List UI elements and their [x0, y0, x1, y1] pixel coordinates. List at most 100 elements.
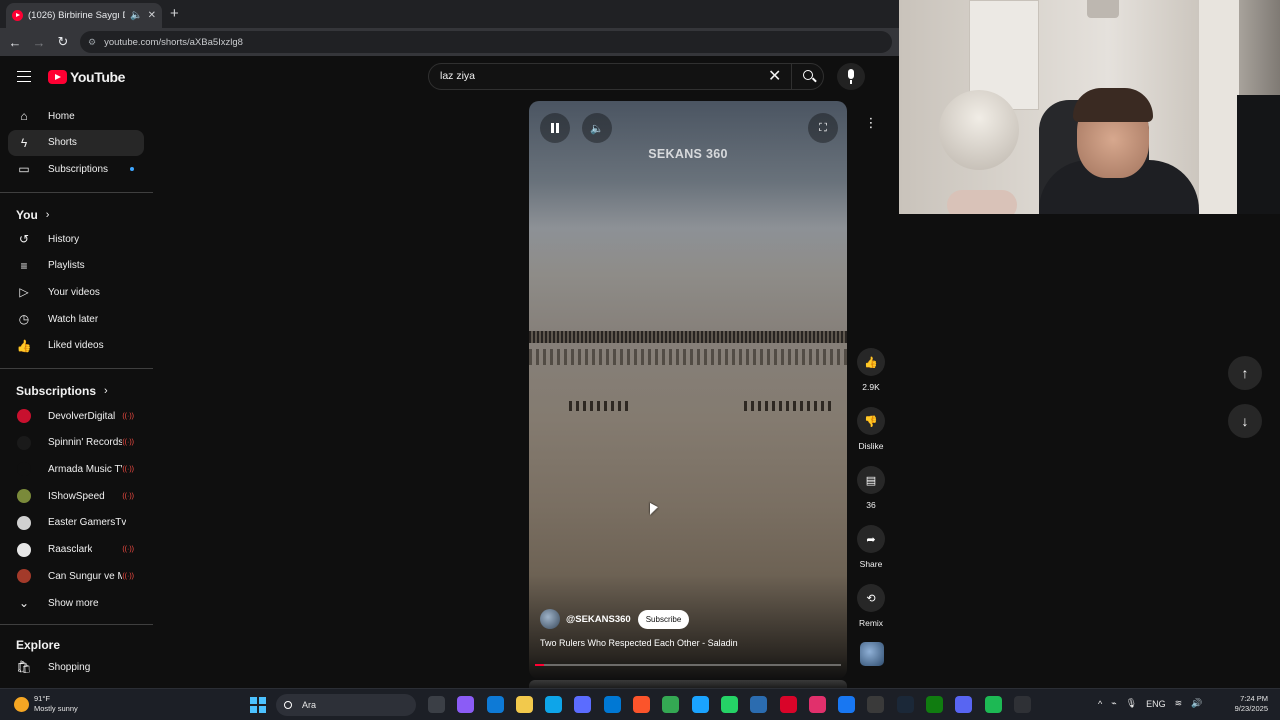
webcam-person-hair [1073, 88, 1153, 122]
address-bar[interactable]: ⚙ youtube.com/shorts/aXBa5Ixzlg8 [80, 31, 892, 53]
taskbar-app-icon[interactable] [779, 696, 797, 713]
dislike-button[interactable]: 👎 [857, 407, 885, 435]
clear-search-icon[interactable]: ✕ [768, 66, 781, 86]
short-title[interactable]: Two Rulers Who Respected Each Other - Sa… [540, 638, 738, 648]
voice-search-icon[interactable] [837, 63, 865, 90]
tab-audio-icon[interactable]: 🔈 [130, 10, 142, 21]
youtube-favicon-icon [12, 10, 23, 21]
taskbar-app-icon[interactable] [486, 696, 504, 713]
weather-widget[interactable]: 91°F Mostly sunny [14, 694, 78, 714]
search-button[interactable] [791, 64, 824, 89]
sidebar-item-your-videos[interactable]: ▷ Your videos [8, 279, 144, 305]
taskbar-search[interactable]: Ara [276, 694, 416, 716]
taskbar-app-icon[interactable] [808, 696, 826, 713]
arrow-down-icon: ↓ [1241, 413, 1249, 429]
sidebar-item-can-sungur-ve-m[interactable]: Can Sungur ve M...((·)) [8, 563, 144, 589]
sidebar-item-liked-videos[interactable]: 👍 Liked videos [8, 333, 144, 359]
sidebar-item-home[interactable]: ⌂ Home [8, 103, 144, 129]
tray-chevron-icon[interactable]: ^ [1098, 699, 1102, 709]
youtube-logo[interactable]: YouTube [48, 69, 125, 85]
next-short-preview[interactable] [529, 680, 847, 688]
sidebar-item-devolverdigital[interactable]: DevolverDigital ((·)) [8, 403, 144, 429]
sidebar-you-heading[interactable]: You › [16, 208, 49, 222]
sidebar-explore-heading[interactable]: Explore [16, 638, 60, 652]
taskbar-app-icon[interactable] [662, 696, 680, 713]
tray-wifi-icon[interactable]: ≋ [1175, 698, 1183, 709]
sidebar-item-history[interactable]: ↺ History [8, 226, 144, 252]
video-watermark: SEKANS 360 [648, 147, 728, 161]
taskbar-app-icon[interactable] [955, 696, 973, 713]
audio-source-thumbnail[interactable] [860, 642, 884, 666]
browser-tab[interactable]: (1026) Birbirine Saygı Duya 🔈 ✕ [6, 3, 162, 28]
search-input[interactable]: laz ziya [440, 70, 475, 82]
taskbar-app-icon[interactable] [926, 696, 944, 713]
tab-close-icon[interactable]: ✕ [148, 10, 156, 21]
sidebar-item-armada-music-tv[interactable]: Armada Music TV ((·)) [8, 456, 144, 482]
windows-start-icon[interactable] [250, 697, 266, 713]
thumbs-up-icon: 👍 [864, 356, 878, 369]
taskbar-app-icon[interactable] [1013, 696, 1031, 713]
webcam-light-fixture [1087, 0, 1119, 18]
taskbar-app-icon[interactable] [896, 696, 914, 713]
remix-button[interactable]: ⟲ [857, 584, 885, 612]
sidebar-item-show-more[interactable]: ⌄ Show more [8, 590, 144, 616]
next-short-button[interactable]: ↓ [1228, 404, 1262, 438]
sidebar-item-raasclark[interactable]: Raasclark ((·)) [8, 537, 144, 563]
taskbar-app-icon[interactable] [984, 696, 1002, 713]
shorts-icon: ϟ [20, 135, 28, 150]
taskbar-app-icon[interactable] [457, 696, 475, 713]
sidebar-item-watch-later[interactable]: ◷ Watch later [8, 306, 144, 332]
taskbar-app-icon[interactable] [720, 696, 738, 713]
back-arrow-icon[interactable]: ← [3, 35, 27, 50]
channel-name[interactable]: @SEKANS360 [566, 614, 631, 625]
sidebar-item-ishowspeed[interactable]: IShowSpeed ((·)) [8, 483, 144, 509]
live-indicator-icon: ((·)) [122, 492, 134, 500]
dislike-label: Dislike [858, 441, 884, 451]
shopping-icon: 🛍 [16, 660, 32, 674]
chevron-right-icon: › [104, 385, 108, 397]
taskbar-app-icon[interactable] [838, 696, 856, 713]
sidebar-item-playlists[interactable]: ≡ Playlists [8, 253, 144, 279]
fullscreen-button[interactable]: ⛶ [808, 113, 838, 143]
taskbar-app-icon[interactable] [515, 696, 533, 713]
previous-short-button[interactable]: ↑ [1228, 356, 1262, 390]
reload-icon[interactable]: ↻ [51, 34, 75, 50]
tray-mic-icon[interactable]: 🎙 [1126, 698, 1137, 709]
share-button[interactable]: ➦ [857, 525, 885, 553]
pause-button[interactable] [540, 113, 570, 143]
search-box[interactable]: laz ziya ✕ [428, 63, 824, 90]
taskbar-clock[interactable]: 7:24 PM 9/23/2025 [1216, 694, 1268, 714]
tray-volume-icon[interactable]: 🔊 [1191, 698, 1202, 709]
tray-network-icon[interactable]: ⌁ [1111, 698, 1116, 709]
taskbar-app-icon[interactable] [750, 696, 768, 713]
sidebar-item-spinnin-records[interactable]: Spinnin' Records ((·)) [8, 430, 144, 456]
taskbar-app-icon[interactable] [633, 696, 651, 713]
channel-avatar[interactable] [540, 609, 560, 629]
sidebar-item-easter-gamerstv[interactable]: Easter GamersTv [8, 510, 144, 536]
taskbar-app-icon[interactable] [428, 696, 445, 713]
more-options-icon[interactable]: ⋮ [859, 115, 883, 139]
clock-time: 7:24 PM [1240, 694, 1268, 703]
comments-button[interactable]: ▤ [857, 466, 885, 494]
taskbar-app-icon[interactable] [574, 696, 592, 713]
sidebar-item-shorts[interactable]: ϟ Shorts [8, 129, 144, 156]
volume-button[interactable]: 🔈 [582, 113, 612, 143]
progress-bar[interactable] [535, 664, 841, 666]
volume-icon: 🔈 [590, 122, 604, 135]
forward-arrow-icon[interactable]: → [27, 35, 51, 50]
taskbar-apps [428, 696, 1031, 713]
sidebar-subscriptions-heading[interactable]: Subscriptions › [16, 384, 108, 398]
sidebar-item-shopping[interactable]: 🛍 Shopping [8, 654, 144, 680]
taskbar-app-icon[interactable] [867, 696, 885, 713]
taskbar-app-icon[interactable] [545, 696, 563, 713]
site-info-icon[interactable]: ⚙ [88, 37, 96, 48]
taskbar-app-icon[interactable] [603, 696, 621, 713]
tray-language[interactable]: ENG [1146, 699, 1166, 709]
new-tab-icon[interactable]: + [170, 5, 179, 22]
sidebar-item-subscriptions[interactable]: ▭ Subscriptions [8, 156, 144, 182]
shorts-player[interactable]: 🔈 ⛶ SEKANS 360 @SEKANS360 Subscribe Two … [529, 101, 847, 679]
like-button[interactable]: 👍 [857, 348, 885, 376]
subscribe-button[interactable]: Subscribe [637, 609, 690, 629]
taskbar-app-icon[interactable] [691, 696, 709, 713]
menu-icon[interactable] [17, 71, 31, 82]
